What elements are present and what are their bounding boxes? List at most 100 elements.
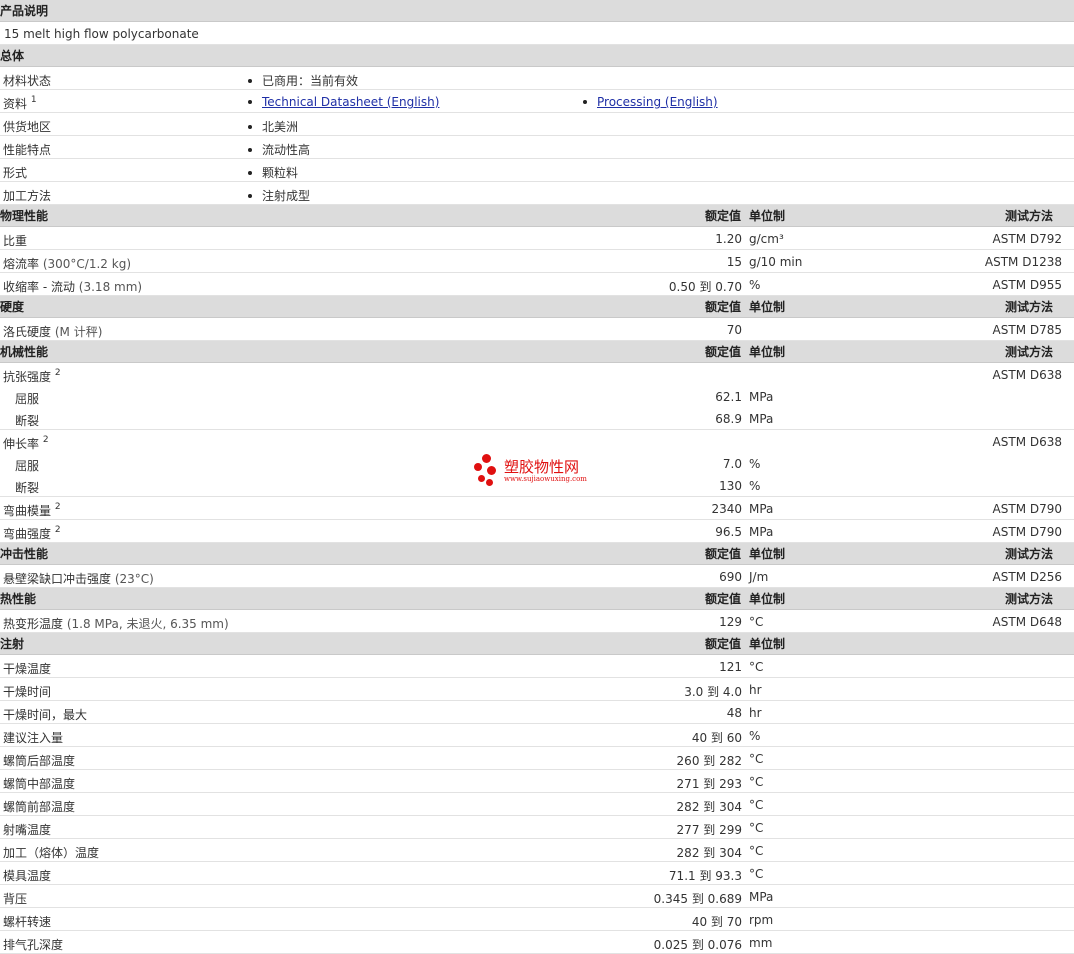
- document-link[interactable]: Processing (English): [597, 95, 718, 109]
- property-name: 伸长率: [3, 437, 40, 451]
- property-label: 弯曲强度 2: [3, 525, 61, 542]
- row-label: 材料状态: [3, 72, 51, 89]
- property-unit: mm: [749, 936, 773, 950]
- section-header-physical: 物理性能 额定值 单位制 测试方法: [0, 205, 1074, 227]
- column-header-method: 测试方法: [1004, 547, 1053, 561]
- description-row: 15 melt high flow polycarbonate: [0, 22, 1074, 45]
- property-condition: (M 计秤): [54, 325, 103, 339]
- property-value: 70: [726, 323, 742, 337]
- bullet-item: Technical Datasheet (English): [248, 95, 439, 109]
- property-name: 排气孔深度: [3, 938, 64, 952]
- property-value: 282 到 304: [676, 800, 742, 814]
- section-title: 物理性能: [0, 209, 49, 223]
- row-label-text: 加工方法: [3, 189, 52, 203]
- property-row: 螺筒后部温度 260 到 282 °C: [0, 747, 1074, 770]
- property-unit: hr: [749, 706, 762, 720]
- general-row: 供货地区 北美洲: [0, 113, 1074, 136]
- property-name: 悬壁梁缺口冲击强度: [3, 572, 112, 586]
- section-title: 注射: [0, 637, 25, 651]
- bullet-text: 流动性高: [262, 143, 311, 157]
- property-unit: MPa: [749, 525, 774, 539]
- column-header-nominal: 额定值: [704, 345, 741, 359]
- property-row: 螺杆转速 40 到 70 rpm: [0, 908, 1074, 931]
- section-thermal: 热性能 额定值 单位制 测试方法 热变形温度 (1.8 MPa, 未退火, 6.35 m…: [0, 588, 1074, 633]
- bullet-text: 北美洲: [262, 120, 299, 134]
- property-row: 断裂 68.9 MPa: [0, 407, 1074, 430]
- property-row: 背压 0.345 到 0.689 MPa: [0, 885, 1074, 908]
- column-header-nominal: 额定值: [704, 547, 741, 561]
- bullet-icon: [248, 148, 252, 152]
- bullet-item: 流动性高: [248, 141, 310, 158]
- property-unit: °C: [749, 752, 764, 766]
- property-row: 螺筒前部温度 282 到 304 °C: [0, 793, 1074, 816]
- property-name: 屈服: [15, 459, 40, 473]
- property-value: 282 到 304: [676, 846, 742, 860]
- general-row: 形式 颗粒料: [0, 159, 1074, 182]
- property-unit: %: [749, 457, 761, 471]
- property-value: 0.345 到 0.689: [653, 892, 742, 906]
- property-unit: °C: [749, 660, 764, 674]
- property-row: 干燥时间，最大 48 hr: [0, 701, 1074, 724]
- property-label: 排气孔深度: [3, 936, 63, 953]
- property-name: 模具温度: [3, 869, 52, 883]
- general-row: 材料状态 已商用：当前有效: [0, 67, 1074, 90]
- property-label: 熔流率 (300°C/1.2 kg): [3, 255, 131, 272]
- row-label-text: 材料状态: [3, 74, 52, 88]
- bullet-icon: [248, 79, 252, 83]
- column-header-unit: 单位制: [749, 547, 786, 561]
- property-unit: °C: [749, 798, 764, 812]
- property-row: 射嘴温度 277 到 299 °C: [0, 816, 1074, 839]
- property-name: 收缩率 - 流动: [3, 280, 75, 294]
- document-link[interactable]: Technical Datasheet (English): [262, 95, 439, 109]
- property-label: 屈服: [15, 390, 39, 407]
- property-label: 螺杆转速: [3, 913, 51, 930]
- property-row: 屈服 62.1 MPa: [0, 385, 1074, 407]
- property-name: 干燥时间，最大: [3, 708, 88, 722]
- logo-dot-icon: [486, 479, 493, 486]
- watermark-url: www.sujiaowuxing.com: [504, 475, 587, 483]
- section-header-injection: 注射 额定值 单位制: [0, 633, 1074, 655]
- section-impact: 冲击性能 额定值 单位制 测试方法 悬壁梁缺口冲击强度 (23°C) 690 J/m ASTM…: [0, 543, 1074, 588]
- column-header-nominal: 额定值: [704, 209, 741, 223]
- bullet-item: 北美洲: [248, 118, 298, 135]
- property-unit: g/10 min: [749, 255, 803, 269]
- bullet-icon: [248, 100, 252, 104]
- property-value: 271 到 293: [676, 777, 742, 791]
- property-label: 断裂: [15, 479, 39, 496]
- property-row: 比重 1.20 g/cm³ ASTM D792: [0, 227, 1074, 250]
- general-rows: 材料状态 已商用：当前有效 资料 1 Technical Datasheet (Eng…: [0, 67, 1074, 205]
- property-row: 熔流率 (300°C/1.2 kg) 15 g/10 min ASTM D1238: [0, 250, 1074, 273]
- property-value: 2340: [711, 502, 742, 516]
- property-unit: J/m: [749, 570, 769, 584]
- property-label: 伸长率 2: [3, 435, 49, 452]
- footnote-marker: 2: [42, 435, 49, 445]
- property-row: 排气孔深度 0.025 到 0.076 mm: [0, 931, 1074, 954]
- section-header-impact: 冲击性能 额定值 单位制 测试方法: [0, 543, 1074, 565]
- footnote-marker: 1: [30, 95, 37, 105]
- test-method: ASTM D1238: [984, 255, 1062, 269]
- property-name: 抗张强度: [3, 370, 52, 384]
- property-label: 悬壁梁缺口冲击强度 (23°C): [3, 570, 154, 587]
- bullet-icon: [248, 125, 252, 129]
- test-method: ASTM D785: [992, 323, 1062, 337]
- property-value: 40 到 60: [691, 731, 742, 745]
- property-label: 收缩率 - 流动 (3.18 mm): [3, 278, 142, 295]
- property-label: 背压: [3, 890, 27, 907]
- column-header-unit: 单位制: [749, 592, 786, 606]
- property-value: 0.025 到 0.076: [653, 938, 742, 952]
- column-header-unit: 单位制: [749, 345, 786, 359]
- property-row: 加工（熔体）温度 282 到 304 °C: [0, 839, 1074, 862]
- property-value: 7.0: [722, 457, 742, 471]
- property-value: 68.9: [715, 412, 742, 426]
- column-header-method: 测试方法: [1004, 345, 1053, 359]
- property-row: 伸长率 2 ASTM D638: [0, 430, 1074, 452]
- property-condition: (3.18 mm): [78, 280, 143, 294]
- property-unit: MPa: [749, 412, 774, 426]
- test-method: ASTM D638: [992, 435, 1062, 449]
- section-injection: 注射 额定值 单位制 干燥温度 121 °C 干燥时间 3.0 到 4.0 hr 干燥时间，最大 4…: [0, 633, 1074, 954]
- section-title: 冲击性能: [0, 547, 49, 561]
- property-name: 干燥时间: [3, 685, 52, 699]
- property-unit: MPa: [749, 890, 774, 904]
- property-unit: MPa: [749, 390, 774, 404]
- section-header-description: 产品说明: [0, 0, 1074, 22]
